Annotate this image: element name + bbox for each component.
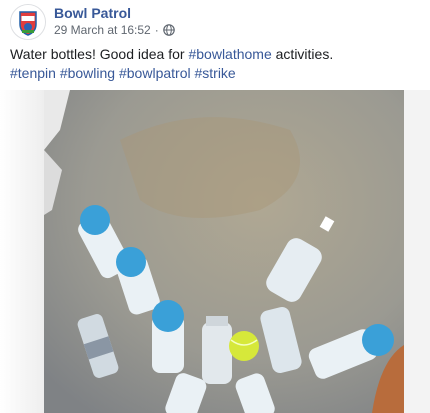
video-blur-left bbox=[0, 90, 44, 413]
post-text-start: Water bottles! Good idea for bbox=[10, 46, 189, 62]
hashtag-link[interactable]: #tenpin bbox=[10, 65, 56, 81]
hashtag-link[interactable]: #strike bbox=[194, 65, 235, 81]
hashtag-link[interactable]: #bowling bbox=[60, 65, 115, 81]
page-name[interactable]: Bowl Patrol bbox=[54, 5, 131, 21]
page-avatar[interactable] bbox=[10, 4, 46, 40]
bottle-3 bbox=[152, 300, 184, 373]
globe-icon[interactable] bbox=[162, 24, 175, 36]
hashtag-link[interactable]: #bowlathome bbox=[188, 46, 271, 62]
meta-separator: · bbox=[154, 23, 159, 37]
video-frame bbox=[0, 90, 430, 413]
hashtag-row: #tenpin #bowling #bowlpatrol #strike bbox=[10, 64, 420, 83]
post-text: Water bottles! Good idea for #bowlathome… bbox=[10, 45, 420, 83]
hashtag-link[interactable]: #bowlpatrol bbox=[119, 65, 191, 81]
tennis-ball bbox=[229, 331, 259, 361]
post-video[interactable] bbox=[0, 90, 430, 413]
post-header: Bowl Patrol 29 March at 16:52 · bbox=[0, 0, 430, 42]
post-text-end: activities. bbox=[271, 46, 334, 62]
video-blur-right bbox=[404, 90, 430, 413]
post-meta: 29 March at 16:52 · bbox=[54, 23, 175, 37]
bowl-patrol-logo-icon bbox=[11, 5, 45, 39]
post-timestamp[interactable]: 29 March at 16:52 bbox=[54, 23, 151, 37]
post-text-line-1: Water bottles! Good idea for #bowlathome… bbox=[10, 45, 420, 64]
bottle-4 bbox=[202, 316, 232, 384]
